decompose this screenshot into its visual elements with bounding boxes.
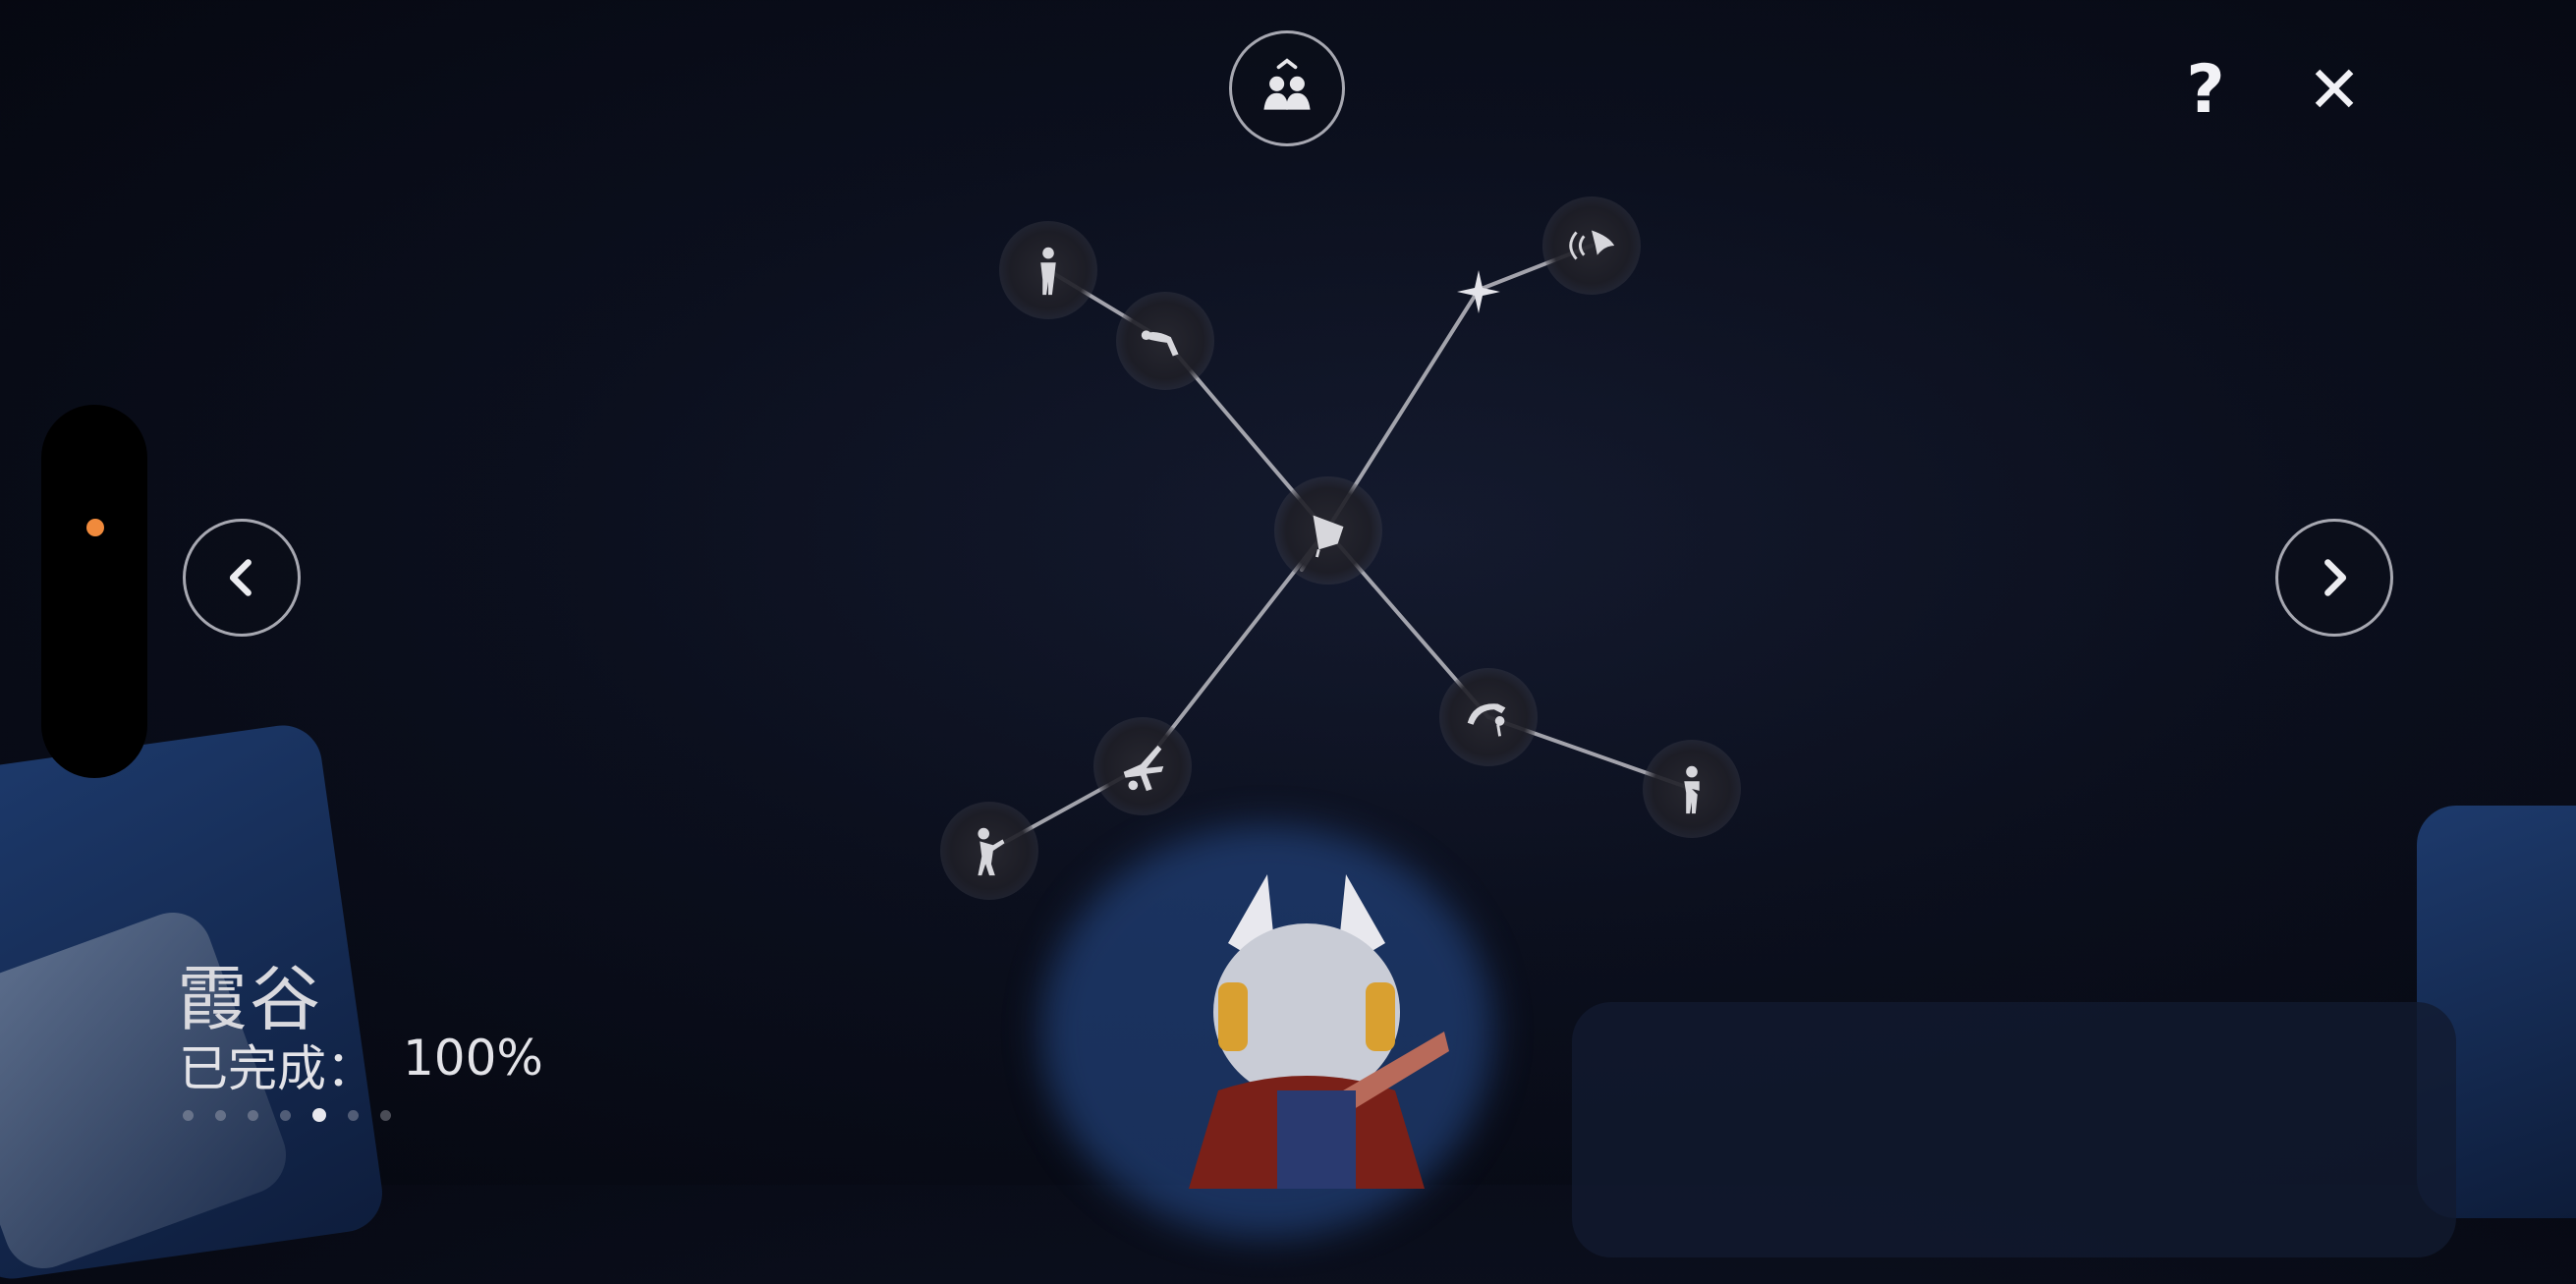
indicator-dot [86,519,104,536]
cartwheel-icon [1123,745,1164,792]
constellation-node-lower-left-inner[interactable] [1093,717,1192,815]
constellation-node-lower-left-outer[interactable] [940,802,1038,900]
friends-button[interactable] [1229,30,1345,146]
constellation-lines [987,244,1694,853]
completion-status: 已完成： 100% [179,1030,543,1100]
page-indicator [183,1108,391,1122]
constellation-node-upper-left-outer[interactable] [999,221,1097,319]
star-icon [1457,270,1500,313]
crossed-arms-icon [1684,765,1700,814]
page-dot [215,1109,226,1121]
constellation-node-lower-right-outer[interactable] [1643,740,1741,838]
backflip-icon [1467,703,1506,737]
side-panel [41,405,147,778]
friends-icon [1263,58,1311,110]
page-dot [248,1109,258,1121]
completion-value: 100% [403,1030,543,1087]
constellation-star[interactable] [1454,267,1503,316]
page-dot [280,1109,291,1121]
constellation-node-upper-right[interactable] [1542,196,1641,295]
manta-wave-icon [1569,230,1615,260]
next-area-button[interactable] [2275,519,2393,637]
previous-area-button[interactable] [183,519,301,637]
stand-figure-icon [1040,247,1056,296]
constellation-node-center[interactable] [1274,476,1382,585]
page-dot [183,1109,194,1121]
help-button[interactable]: ? [2171,47,2240,132]
bow-icon [1141,330,1179,357]
completion-label: 已完成： [179,1040,375,1097]
constellation-node-upper-left-inner[interactable] [1116,292,1214,390]
close-icon: ✕ [2307,51,2362,128]
page-dot-active [312,1108,326,1122]
chevron-right-icon [2324,559,2347,596]
chevron-left-icon [229,559,252,596]
constellation-node-lower-right-inner[interactable] [1439,668,1538,766]
page-dot [380,1109,391,1121]
close-button[interactable]: ✕ [2293,47,2376,132]
question-icon: ? [2186,50,2225,129]
dance-icon [978,827,1005,876]
emblem-icon [1313,515,1344,558]
page-dot [348,1109,359,1121]
